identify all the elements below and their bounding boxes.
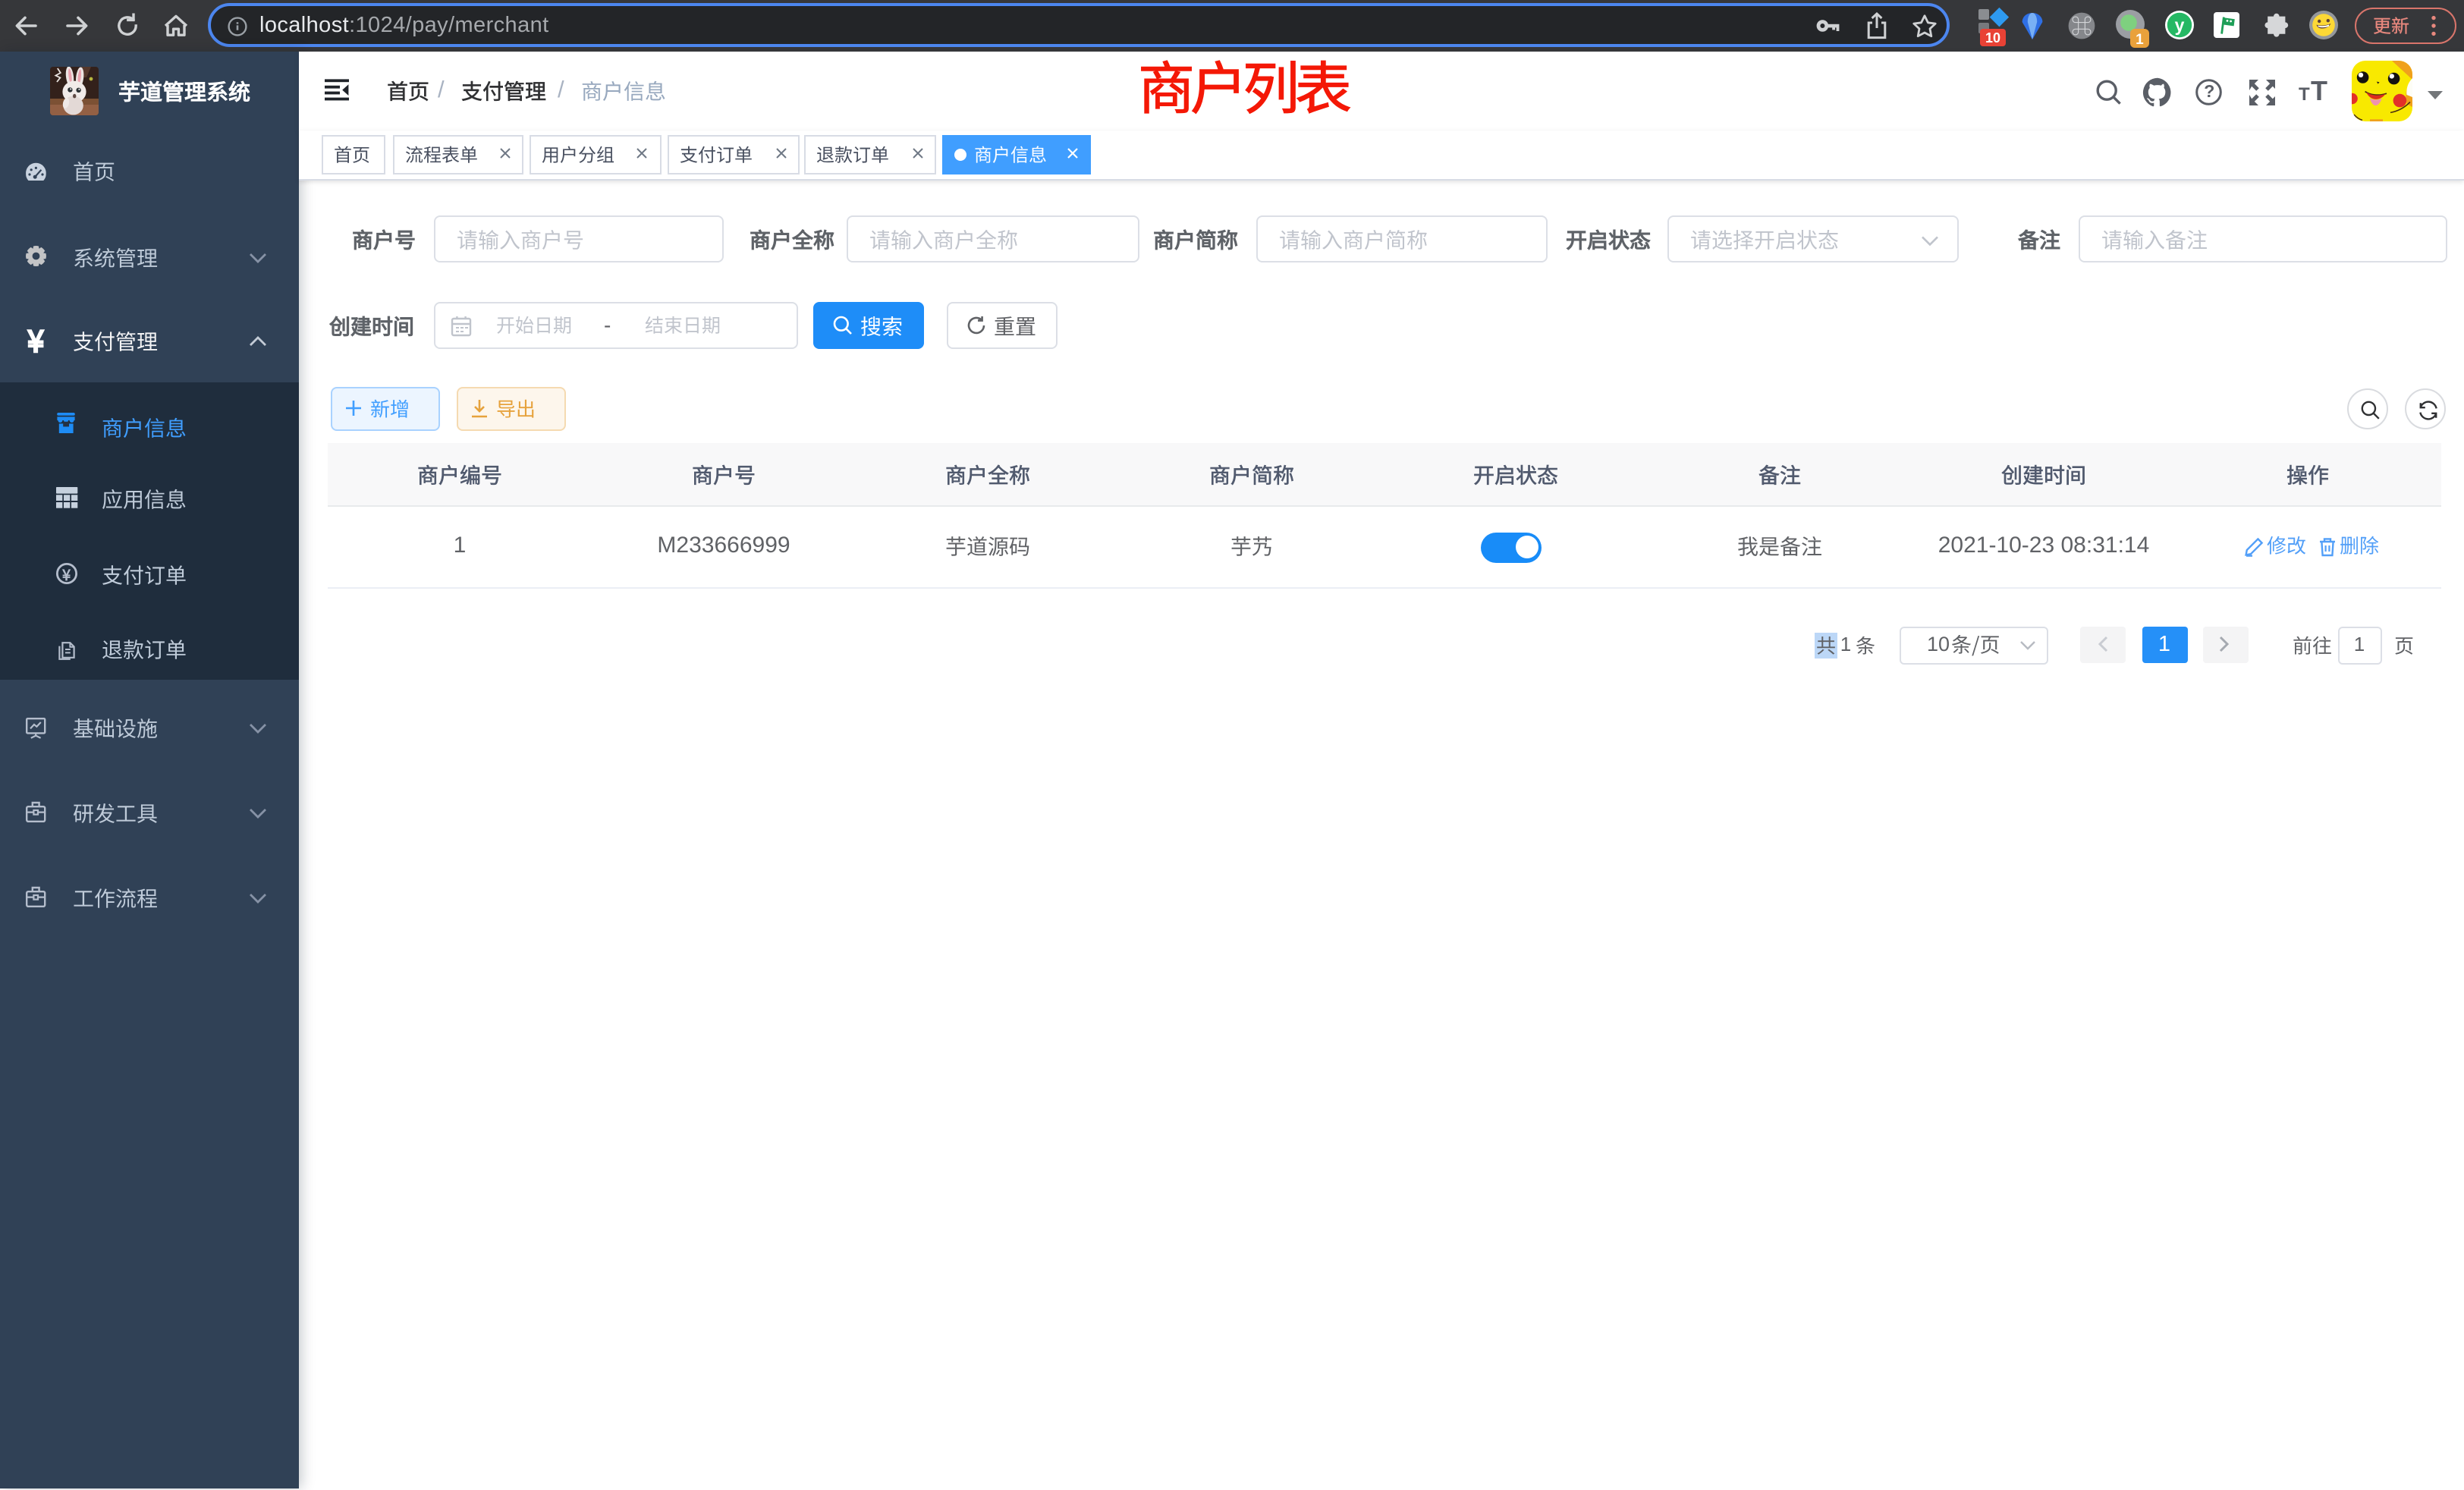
svg-text:y: y xyxy=(2175,16,2185,36)
svg-text:1: 1 xyxy=(2136,32,2144,48)
svg-text:10: 10 xyxy=(1985,30,2000,46)
